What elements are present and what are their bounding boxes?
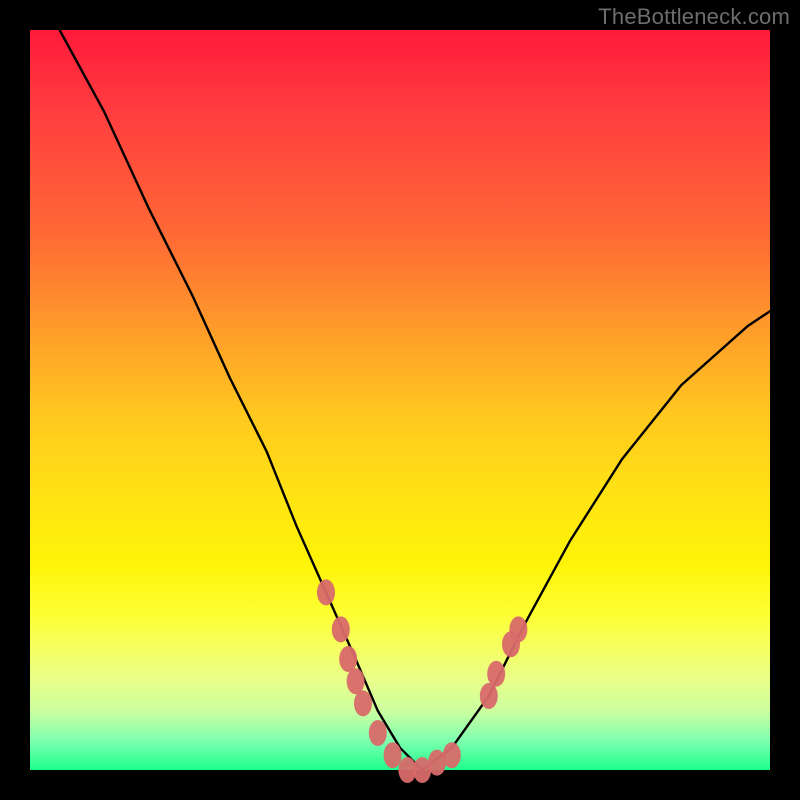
marker-dot: [339, 646, 357, 672]
highlight-markers: [317, 579, 527, 783]
curve-layer: [60, 30, 770, 770]
marker-dot: [354, 690, 372, 716]
chart-stage: TheBottleneck.com: [0, 0, 800, 800]
marker-dot: [369, 720, 387, 746]
watermark-text: TheBottleneck.com: [598, 4, 790, 30]
plot-area: [30, 30, 770, 770]
marker-dot: [487, 661, 505, 687]
bottleneck-curve: [60, 30, 770, 770]
marker-dot: [332, 616, 350, 642]
marker-dot: [509, 616, 527, 642]
chart-svg: [30, 30, 770, 770]
marker-dot: [317, 579, 335, 605]
marker-dot: [480, 683, 498, 709]
marker-dot: [347, 668, 365, 694]
marker-dot: [443, 742, 461, 768]
marker-dot: [384, 742, 402, 768]
